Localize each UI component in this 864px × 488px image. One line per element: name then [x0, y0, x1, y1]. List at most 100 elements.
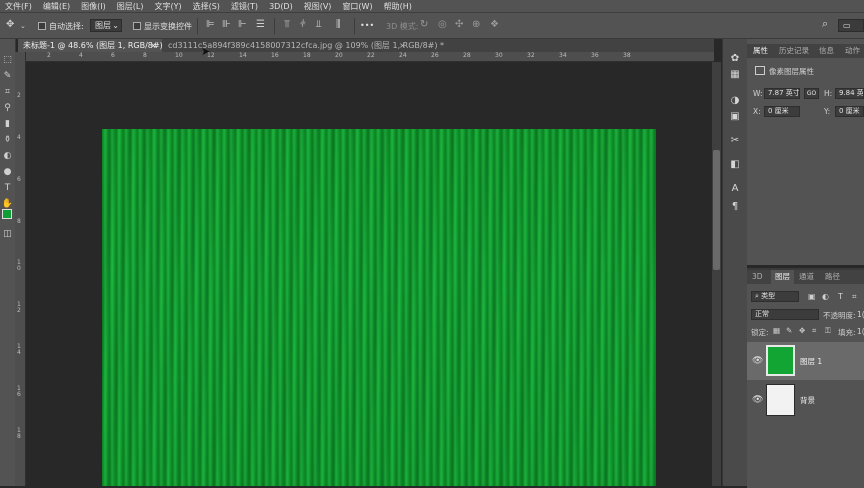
- grass-texture-image[interactable]: [102, 129, 656, 486]
- distribute-icon[interactable]: ⫼: [336, 20, 341, 30]
- tab-properties[interactable]: 属性: [753, 44, 768, 58]
- menu-bar: 文件(F) 编辑(E) 图像(I) 图层(L) 文字(Y) 选择(S) 滤镜(T) 3D(D)…: [0, 0, 864, 12]
- adjustments-panel-icon[interactable]: ◑: [723, 95, 747, 106]
- tab-actions[interactable]: 动作: [845, 44, 860, 58]
- visibility-eye-icon[interactable]: 👁: [752, 395, 763, 405]
- vertical-scrollbar[interactable]: [712, 62, 721, 486]
- layer-name[interactable]: 背景: [800, 395, 815, 406]
- ruler-label: 28: [463, 52, 471, 59]
- 3d-slide-icon[interactable]: ⊕: [472, 20, 480, 30]
- ruler-label: 38: [623, 52, 631, 59]
- lock-all-icon[interactable]: ⚿: [825, 326, 831, 336]
- auto-select-dropdown[interactable]: 图层 ⌄: [90, 19, 122, 32]
- more-options-button[interactable]: •••: [360, 21, 374, 30]
- type-tool-icon[interactable]: T: [0, 183, 15, 193]
- lock-artboard-icon[interactable]: ⌗: [812, 326, 816, 336]
- marquee-tool-icon[interactable]: ⬚: [0, 55, 15, 65]
- tab-info[interactable]: 信息: [819, 44, 834, 58]
- search-icon[interactable]: ⌕: [822, 18, 828, 29]
- stamp-tool-icon[interactable]: ⚱: [0, 135, 15, 145]
- layer-filter-dropdown[interactable]: ⌕ 类型: [751, 291, 799, 302]
- scrollbar-thumb[interactable]: [713, 150, 720, 270]
- align-left-icon[interactable]: ⊫: [206, 20, 215, 30]
- layer-row-background[interactable]: 👁 背景: [747, 382, 864, 418]
- height-field[interactable]: 9.84 英寸: [835, 88, 864, 99]
- menu-item[interactable]: 窗口(W): [337, 1, 378, 12]
- filter-adjustment-icon[interactable]: ◐: [822, 292, 829, 301]
- auto-select-checkbox[interactable]: [38, 22, 46, 30]
- tab-layers[interactable]: 图层: [771, 270, 794, 284]
- crop-tool-icon[interactable]: ⌗: [0, 87, 15, 97]
- move-tool-icon[interactable]: ✥: [6, 20, 14, 30]
- libraries-panel-icon[interactable]: ◧: [723, 159, 747, 170]
- tab-untitled-1[interactable]: 未标题-1 @ 48.6% (图层 1, RGB/8#) * ×: [18, 39, 169, 52]
- lock-position-icon[interactable]: ✥: [799, 326, 805, 335]
- link-dimensions-icon[interactable]: GO: [804, 88, 819, 99]
- properties-title: 像素图层属性: [769, 67, 814, 76]
- layer-thumbnail: [766, 345, 795, 376]
- close-icon[interactable]: ×: [399, 39, 406, 52]
- align-vcenter-icon[interactable]: ⫩: [300, 20, 306, 30]
- filter-type-icon[interactable]: T: [838, 292, 843, 301]
- 3d-scale-icon[interactable]: ❖: [490, 20, 499, 30]
- fill-value[interactable]: 1(: [857, 327, 864, 336]
- menu-item[interactable]: 图像(I): [76, 1, 112, 12]
- tab-jpg-document[interactable]: cd3111c5a894f389c4158007312cfca.jpg @ 10…: [163, 39, 444, 52]
- tab-3d[interactable]: 3D: [752, 270, 763, 284]
- menu-item[interactable]: 文件(F): [0, 1, 38, 12]
- eraser-tool-icon[interactable]: ◐: [0, 151, 15, 161]
- brush-tool-icon[interactable]: ▮: [0, 119, 15, 129]
- eyedropper-tool-icon[interactable]: ⚲: [0, 103, 15, 113]
- styles-panel-icon[interactable]: ▣: [723, 111, 747, 122]
- history-panel-icon[interactable]: ✿: [723, 53, 747, 64]
- blend-mode-dropdown[interactable]: 正常: [751, 309, 819, 320]
- workspace-switcher[interactable]: ▭: [838, 19, 864, 32]
- ruler-label: 1 0: [17, 259, 21, 272]
- align-bottom-icon[interactable]: ⫫: [316, 20, 322, 30]
- width-field[interactable]: 7.87 英寸: [764, 88, 800, 99]
- tab-paths[interactable]: 路径: [825, 270, 840, 284]
- align-hcenter-icon[interactable]: ⊪: [222, 20, 231, 30]
- tab-history[interactable]: 历史记录: [779, 44, 809, 58]
- menu-item[interactable]: 视图(V): [299, 1, 338, 12]
- 3d-pan-icon[interactable]: ✣: [455, 20, 463, 30]
- tools-options-icon[interactable]: ✂: [723, 135, 747, 146]
- filter-shape-icon[interactable]: ⌗: [852, 292, 857, 302]
- quick-select-tool-icon[interactable]: ✎: [0, 71, 15, 81]
- menu-item[interactable]: 图层(L): [112, 1, 150, 12]
- tab-channels[interactable]: 通道: [799, 270, 814, 284]
- visibility-eye-icon[interactable]: 👁: [752, 356, 763, 366]
- layer-name[interactable]: 图层 1: [800, 356, 822, 367]
- align-top-icon[interactable]: ⫪: [284, 20, 290, 30]
- menu-item[interactable]: 帮助(H): [379, 1, 418, 12]
- lock-transparent-icon[interactable]: ▦: [773, 326, 780, 335]
- lock-paint-icon[interactable]: ✎: [786, 326, 792, 335]
- opacity-value[interactable]: 1(: [857, 310, 864, 319]
- height-label: H:: [824, 89, 833, 98]
- divider: [354, 18, 355, 34]
- hand-tool-icon[interactable]: ✋: [0, 199, 15, 209]
- menu-item[interactable]: 滤镜(T): [226, 1, 264, 12]
- align-right-icon[interactable]: ⊩: [238, 20, 247, 30]
- menu-item[interactable]: 选择(S): [188, 1, 226, 12]
- character-panel-icon[interactable]: A: [723, 183, 747, 194]
- show-transform-checkbox[interactable]: [133, 22, 141, 30]
- blur-tool-icon[interactable]: ●: [0, 167, 15, 177]
- menu-item[interactable]: 编辑(E): [38, 1, 76, 12]
- paragraph-panel-icon[interactable]: ¶: [723, 201, 747, 212]
- align-distribute-icon[interactable]: ☰: [256, 20, 265, 30]
- menu-item[interactable]: 文字(Y): [149, 1, 187, 12]
- foreground-color-swatch[interactable]: [2, 209, 12, 219]
- 3d-roll-icon[interactable]: ◎: [438, 20, 447, 30]
- ruler-label: 1 6: [17, 385, 21, 398]
- layer-row-layer-1[interactable]: 👁 图层 1: [747, 342, 864, 380]
- swatches-panel-icon[interactable]: ▦: [723, 69, 747, 80]
- y-field[interactable]: 0 厘米: [835, 106, 864, 117]
- filter-pixel-icon[interactable]: ▣: [808, 292, 816, 301]
- close-icon[interactable]: ×: [150, 39, 157, 52]
- 3d-rotate-icon[interactable]: ↻: [420, 20, 428, 30]
- x-field[interactable]: 0 厘米: [764, 106, 800, 117]
- quick-mask-icon[interactable]: ◫: [0, 229, 15, 239]
- tool-preset-chevron-icon[interactable]: ⌄: [20, 21, 26, 31]
- menu-item[interactable]: 3D(D): [264, 2, 299, 11]
